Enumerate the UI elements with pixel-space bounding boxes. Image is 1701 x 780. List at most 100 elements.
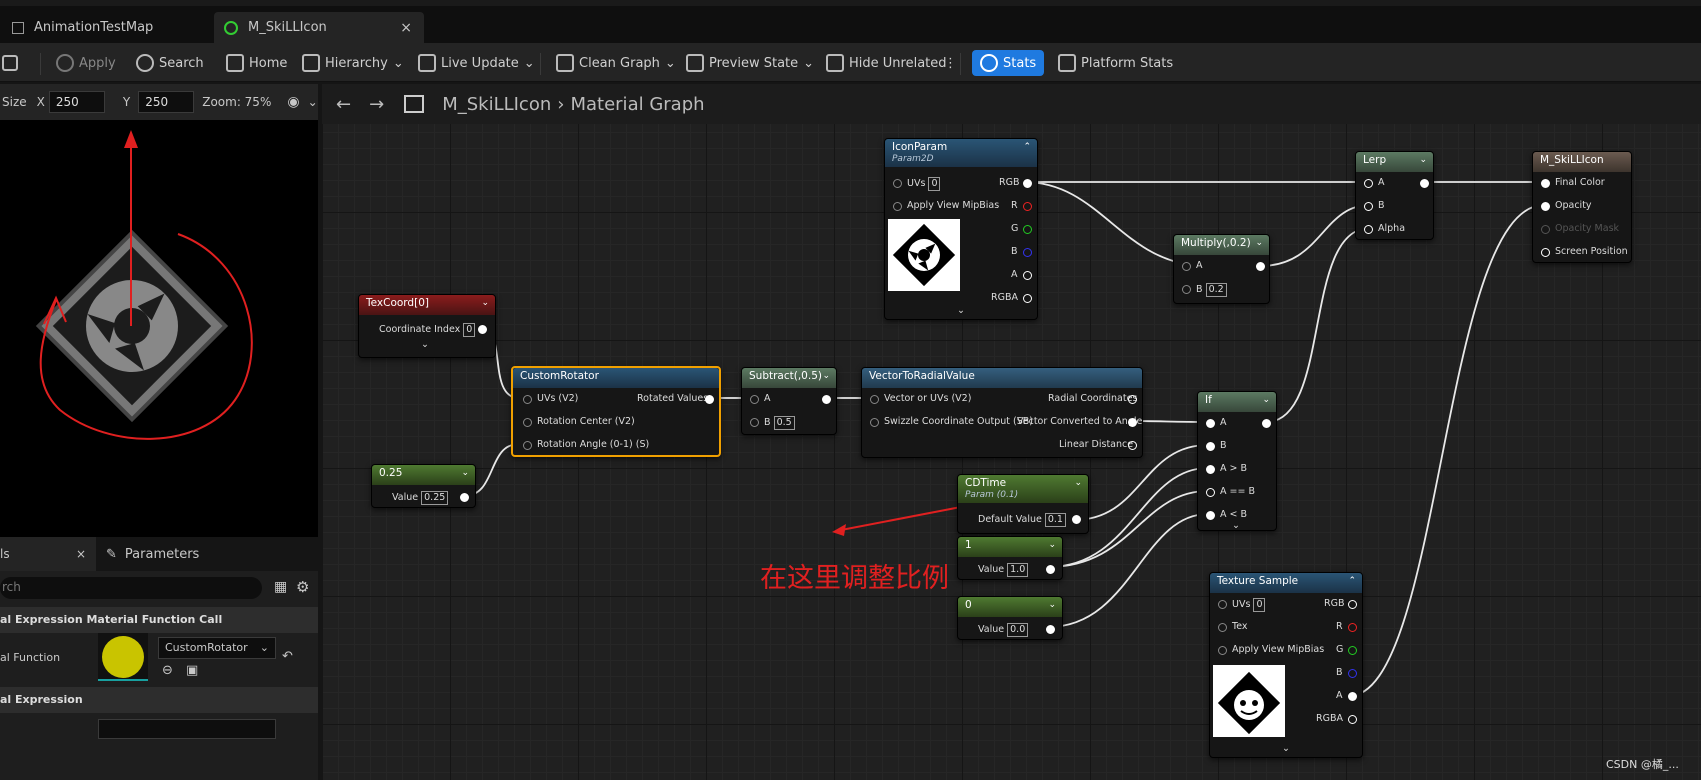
output-pin[interactable] [1348,646,1357,655]
chevron-down-icon[interactable]: ⌄ [461,468,469,478]
output-pin[interactable] [1256,262,1265,271]
chevron-down-icon[interactable]: ⌄ [957,305,965,316]
output-pin[interactable] [1023,248,1032,257]
input-pin[interactable] [1364,225,1373,234]
material-graph[interactable]: ← → M_SkiLLIcon › Material Graph TexCoor… [322,84,1701,780]
input-pin[interactable] [893,202,902,211]
input-pin[interactable] [1218,646,1227,655]
node-texture-sample[interactable]: Texture Sample ⌃ UVs 0 Tex Apply View Mip… [1209,572,1363,758]
function-thumbnail[interactable] [98,633,148,681]
input-pin[interactable] [1206,419,1215,428]
search-button[interactable]: Search [136,50,204,76]
input-pin[interactable] [1206,465,1215,474]
input-pin[interactable] [1182,285,1191,294]
chevron-down-icon[interactable]: ⌄ [1419,155,1427,165]
chevron-down-icon[interactable]: ⌄ [1048,600,1056,610]
output-pin[interactable] [1023,202,1032,211]
node-lerp[interactable]: Lerp ⌄ A B Alpha [1355,151,1434,240]
details-section-header[interactable]: al Expression [0,687,318,713]
input-pin[interactable] [523,418,532,427]
node-constant-1[interactable]: 1 ⌄ Value 1.0 [957,536,1063,580]
input-pin[interactable] [1541,248,1550,257]
node-material-output[interactable]: M_SkiLLIcon Final Color Opacity Opacity … [1532,151,1632,263]
preview-state-button[interactable]: Preview State ⌄ [686,50,814,76]
input-pin[interactable] [893,179,902,188]
chevron-down-icon[interactable]: ⌄ [1232,520,1240,531]
input-pin[interactable] [1364,202,1373,211]
input-pin[interactable] [1541,225,1550,234]
browse-icon[interactable]: ⊖ [162,663,173,678]
input-pin[interactable] [1206,511,1215,520]
chevron-down-icon[interactable]: ⌄ [1074,478,1082,488]
output-pin[interactable] [1348,715,1357,724]
close-icon[interactable]: × [400,20,412,36]
output-pin[interactable] [460,493,469,502]
home-button[interactable]: Home [226,50,287,76]
output-pin[interactable] [1348,600,1357,609]
output-pin[interactable] [1420,179,1429,188]
output-pin[interactable] [1023,294,1032,303]
node-if[interactable]: If ⌄ A B A > B A == B A < B ⌄ [1197,391,1277,531]
input-pin[interactable] [870,418,879,427]
output-pin[interactable] [1348,669,1357,678]
size-y-input[interactable] [138,91,195,113]
chevron-down-icon[interactable]: ⌄ [822,371,830,381]
input-pin[interactable] [1364,179,1373,188]
output-pin[interactable] [1046,625,1055,634]
tab-m-skillicon[interactable]: M_SkiLLIcon × [214,12,424,43]
node-texcoord[interactable]: TexCoord[0] ⌄ Coordinate Index 0 ⌄ [358,294,496,358]
output-pin[interactable] [478,325,487,334]
output-pin[interactable] [1348,692,1357,701]
output-pin[interactable] [1348,623,1357,632]
size-x-input[interactable] [48,91,105,113]
hide-unrelated-button[interactable]: Hide Unrelated [826,50,947,76]
reset-icon[interactable]: ↶ [282,649,293,664]
node-cdtime[interactable]: CDTime Param (0.1) ⌄ Default Value 0.1 [957,474,1089,534]
preview-viewport[interactable] [0,120,318,537]
chevron-down-icon[interactable]: ⌄ [421,339,429,350]
find-in-browser-icon[interactable]: ▣ [186,663,198,678]
input-pin[interactable] [1206,442,1215,451]
output-pin[interactable] [822,395,831,404]
stats-button[interactable]: Stats [972,50,1045,76]
output-pin[interactable] [1128,418,1137,427]
chevron-down-icon[interactable]: ⌄ [308,95,318,109]
more-options-icon[interactable]: ⋮ [944,50,957,76]
input-pin[interactable] [523,441,532,450]
output-pin[interactable] [1023,271,1032,280]
input-pin[interactable] [750,418,759,427]
chevron-down-icon[interactable]: ⌄ [1262,395,1270,405]
input-pin[interactable] [1541,202,1550,211]
chevron-up-icon[interactable]: ⌃ [1023,142,1031,152]
clean-graph-button[interactable]: Clean Graph ⌄ [556,50,676,76]
hierarchy-button[interactable]: Hierarchy ⌄ [302,50,404,76]
input-pin[interactable] [1206,488,1215,497]
chevron-up-icon[interactable]: ⌃ [1348,576,1356,586]
function-select[interactable]: CustomRotator ⌄ [158,637,276,659]
gear-icon[interactable]: ⚙ [296,578,309,596]
output-pin[interactable] [1046,565,1055,574]
chevron-down-icon[interactable]: ⌄ [1282,743,1290,754]
live-update-button[interactable]: Live Update ⌄ [418,50,535,76]
input-pin[interactable] [523,395,532,404]
node-icon-param[interactable]: IconParam Param2D ⌃ UVs 0 Apply View MipBi… [884,138,1038,320]
chevron-down-icon[interactable]: ⌄ [481,298,489,308]
output-pin[interactable] [1023,179,1032,188]
node-constant-0[interactable]: 0 ⌄ Value 0.0 [957,596,1063,640]
output-pin[interactable] [1128,395,1137,404]
input-pin[interactable] [1182,262,1191,271]
input-pin[interactable] [870,395,879,404]
eye-icon[interactable]: ◉ [287,94,299,110]
platform-stats-button[interactable]: Platform Stats [1058,50,1173,76]
node-constant-025[interactable]: 0.25 ⌄ Value 0.25 [371,464,476,508]
tab-parameters[interactable]: ✎ Parameters [106,537,199,571]
node-vector-to-radial[interactable]: VectorToRadialValue Vector or UVs (V2) S… [861,367,1143,458]
input-pin[interactable] [1218,623,1227,632]
output-pin[interactable] [1023,225,1032,234]
input-pin[interactable] [750,395,759,404]
output-pin[interactable] [1072,515,1081,524]
node-custom-rotator[interactable]: CustomRotator UVs (V2) Rotation Center (… [511,366,721,457]
details-section-header[interactable]: al Expression Material Function Call [0,607,318,633]
output-pin[interactable] [1128,441,1137,450]
table-view-icon[interactable]: ▦ [274,579,287,595]
